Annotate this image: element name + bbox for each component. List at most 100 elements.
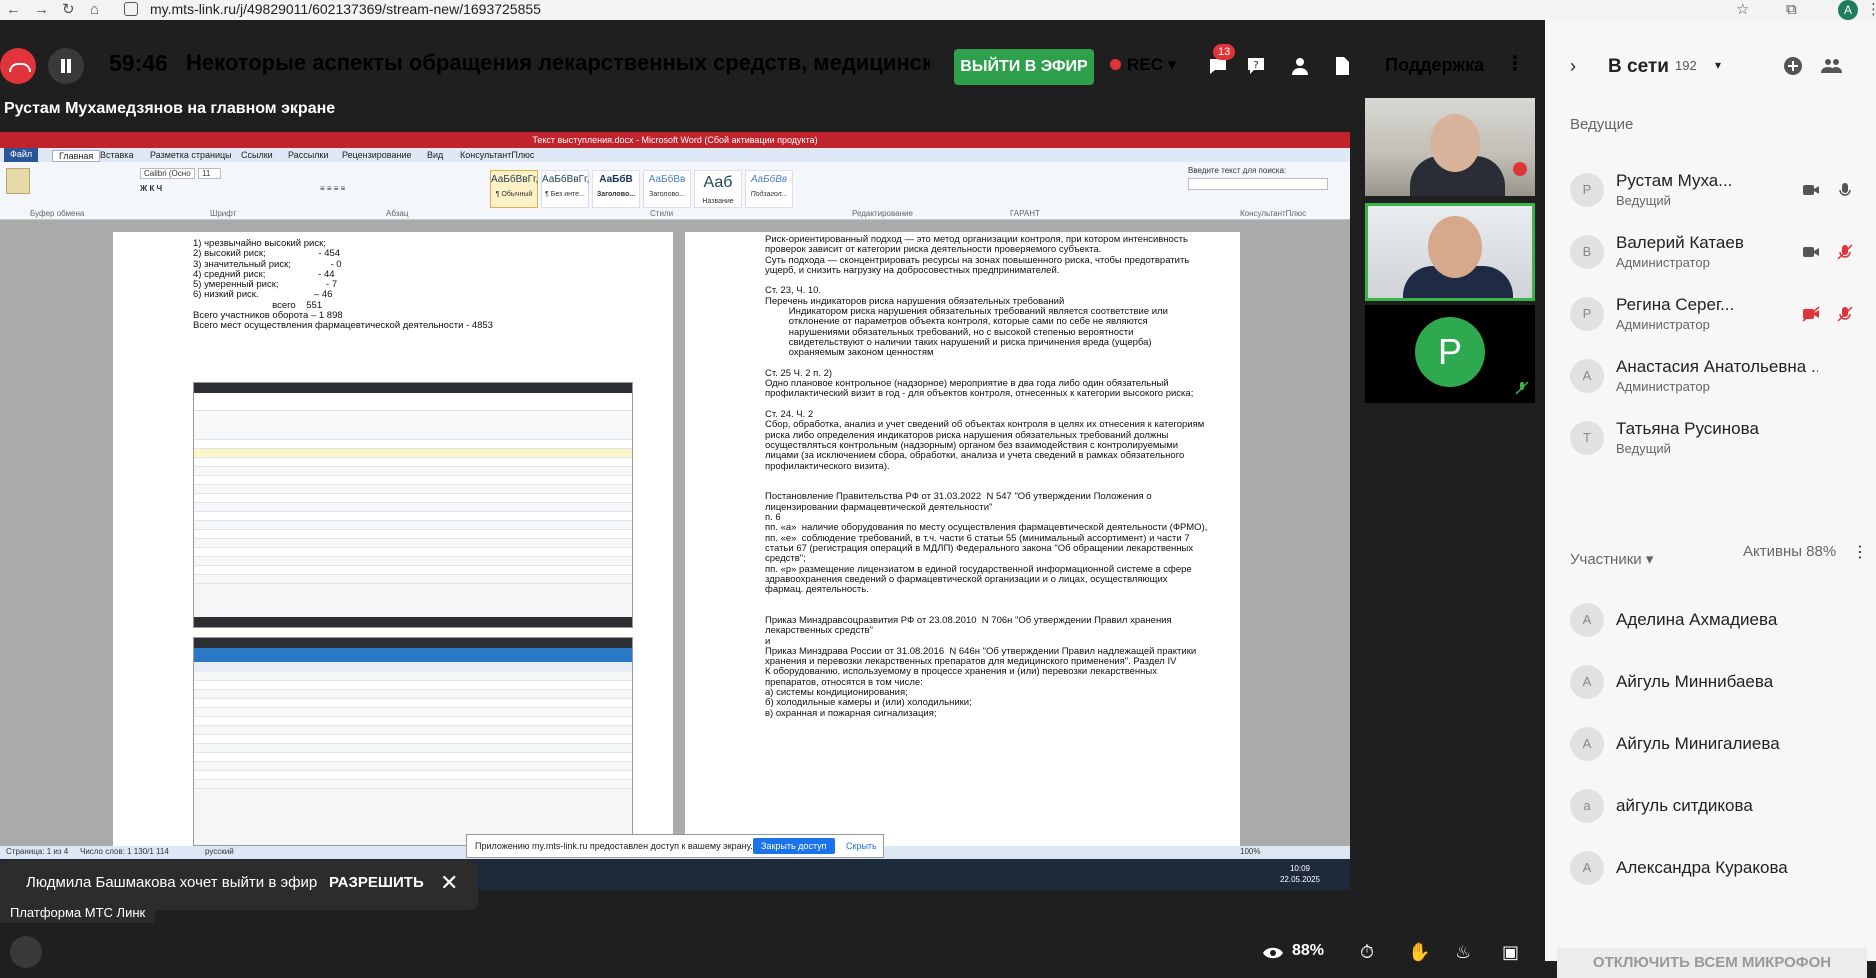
font-size-select[interactable]: 11 (198, 168, 222, 179)
document-page-right[interactable]: Риск-ориентированный подход — это метод … (685, 232, 1240, 846)
add-icon[interactable] (1783, 56, 1803, 76)
home-icon[interactable]: ⌂ (90, 0, 99, 20)
document-line: отклонение от параметров объекта контрол… (765, 316, 1148, 328)
forward-icon[interactable]: → (34, 0, 49, 20)
help-icon[interactable]: ? (1246, 56, 1266, 76)
participant-row[interactable]: А Александра Куракова (1570, 846, 1870, 890)
style-heading-1[interactable]: АаБбВ Заголово... (592, 170, 640, 208)
document-icon[interactable] (1332, 56, 1352, 76)
tab-references[interactable]: Ссылки (241, 150, 273, 160)
tab-mailings[interactable]: Рассылки (288, 150, 328, 160)
host-name: Анастасия Анатольевна ... (1616, 357, 1818, 376)
tab-insert[interactable]: Вставка (100, 150, 133, 160)
font-name-select[interactable]: Calibri (Осно (140, 168, 195, 179)
avatar: а (1570, 789, 1604, 823)
participants-section-label[interactable]: Участники ▾ (1570, 550, 1653, 568)
consultant-search-input[interactable] (1188, 178, 1328, 190)
host-name: Регина Серег... (1616, 295, 1735, 314)
tab-consultant[interactable]: КонсультантПлюс (460, 150, 534, 160)
online-dropdown-icon[interactable]: ▾ (1715, 58, 1721, 72)
video-thumb-host[interactable] (1365, 98, 1535, 196)
document-line: лицами (за исключением сбора, обработки,… (765, 450, 1185, 462)
paste-icon[interactable] (6, 168, 30, 194)
document-line: проверок зависит от категории риска деят… (765, 244, 1102, 256)
reload-icon[interactable]: ↻ (62, 0, 75, 20)
speaking-indicator-icon (1513, 162, 1527, 176)
user-icon[interactable] (1290, 56, 1310, 76)
host-name: Рустам Муха... (1616, 171, 1733, 190)
host-name: Валерий Катаев (1616, 233, 1744, 252)
tab-review[interactable]: Рецензирование (342, 150, 412, 160)
style-no-spacing[interactable]: АаБбВвГг, ¶ Без инте... (541, 170, 589, 208)
host-row[interactable]: Р Регина Серег... Администратор (1570, 292, 1870, 336)
viewer-percentage: 88% (1292, 942, 1325, 959)
support-link[interactable]: Поддержка (1385, 55, 1484, 76)
video-thumb-avatar[interactable]: P (1365, 305, 1535, 403)
screen-share-toggle-icon[interactable] (10, 936, 42, 968)
document-area: 1) чрезвычайно высокий риск; 2) высокий р… (0, 232, 1350, 846)
tab-page-layout[interactable]: Разметка страницы (150, 150, 232, 160)
leave-call-button[interactable] (0, 48, 36, 84)
document-line: 3) значительный риск; - 0 (193, 258, 342, 270)
collapse-panel-icon[interactable]: › (1570, 56, 1576, 77)
document-line: в) охранная и пожарная сигнализация; (765, 707, 937, 719)
hide-toast-link[interactable]: Скрыть (846, 841, 877, 851)
more-menu-icon[interactable]: ⋮ (1505, 54, 1525, 74)
avatar: А (1570, 851, 1604, 885)
host-row[interactable]: В Валерий Катаев Администратор (1570, 230, 1870, 274)
document-line: пп. «е» соблюдение требований, в т.ч. ча… (765, 532, 1190, 544)
host-row[interactable]: А Анастасия Анатольевна ... Администратор (1570, 354, 1870, 398)
group-icon[interactable] (1821, 58, 1843, 74)
participant-row[interactable]: А Айгуль Миннибаева (1570, 660, 1870, 704)
style-normal[interactable]: АаБбВвГг, ¶ Обычный (490, 170, 538, 208)
stop-sharing-button[interactable]: Закрыть доступ (753, 838, 835, 854)
allow-button[interactable]: РАЗРЕШИТЬ (329, 874, 424, 891)
document-line: а) системы кондиционирования; (765, 687, 908, 699)
browser-profile-avatar[interactable]: A (1838, 0, 1858, 20)
chat-unread-badge: 13 (1213, 44, 1236, 60)
tab-view[interactable]: Вид (427, 150, 443, 160)
microphone-icon[interactable] (1836, 244, 1854, 260)
timer-icon[interactable]: ⏱ (1360, 942, 1374, 963)
participant-row[interactable]: А Айгуль Минигалиева (1570, 722, 1870, 766)
style-heading-2[interactable]: АаБбВв Заголово... (643, 170, 691, 208)
pause-button[interactable] (48, 48, 84, 84)
paragraph-align-buttons[interactable]: ≡ ≡ ≡ ≡ (320, 184, 345, 193)
stage-request-text: Людмила Башмакова хочет выйти в эфир (26, 874, 318, 891)
bookmark-star-icon[interactable]: ☆ (1736, 0, 1749, 20)
go-live-button[interactable]: ВЫЙТИ В ЭФИР (954, 49, 1094, 85)
mute-all-button[interactable]: ОТКЛЮЧИТЬ ВСЕМ МИКРОФОН (1557, 948, 1867, 978)
tab-home[interactable]: Главная (52, 150, 101, 162)
record-button[interactable]: REC ▾ (1110, 55, 1176, 75)
raise-hand-icon[interactable]: ✋ (1408, 942, 1430, 963)
active-percentage: Активны 88% (1743, 543, 1837, 560)
close-icon[interactable]: ✕ (440, 870, 458, 896)
camera-icon[interactable] (1802, 182, 1820, 198)
reaction-icon[interactable]: ♨ (1455, 942, 1471, 963)
style-subtitle[interactable]: АаБбВв Подзагол... (745, 170, 793, 208)
participants-more-icon[interactable]: ⋮ (1852, 542, 1868, 562)
participant-row[interactable]: а айгуль ситдикова (1570, 784, 1870, 828)
address-bar[interactable]: my.mts-link.ru/j/49829011/602137369/stre… (150, 0, 541, 18)
host-row[interactable]: Т Татьяна Русинова Ведущий (1570, 416, 1870, 460)
site-info-icon[interactable] (124, 2, 138, 16)
back-icon[interactable]: ← (6, 0, 21, 20)
document-page-left[interactable]: 1) чрезвычайно высокий риск; 2) высокий р… (113, 232, 673, 846)
camera-icon[interactable] (1802, 306, 1820, 322)
camera-icon[interactable] (1802, 244, 1820, 260)
microphone-icon[interactable] (1836, 182, 1854, 198)
video-thumb-speaker[interactable] (1365, 203, 1535, 301)
extensions-icon[interactable]: ⧉ (1786, 0, 1797, 20)
tab-file[interactable]: Файл (4, 148, 39, 162)
host-role: Администратор (1616, 317, 1710, 332)
style-title[interactable]: Ааб Название (694, 170, 742, 208)
host-role: Администратор (1616, 255, 1710, 270)
browser-menu-icon[interactable]: ⋮ (1866, 0, 1876, 20)
bold-button[interactable]: Ж К Ч (140, 184, 162, 193)
fullscreen-icon[interactable]: ▣ (1502, 942, 1519, 963)
participant-row[interactable]: А Аделина Ахмадиева (1570, 598, 1870, 642)
host-row[interactable]: Р Рустам Муха... Ведущий (1570, 168, 1870, 212)
microphone-icon[interactable] (1836, 306, 1854, 322)
